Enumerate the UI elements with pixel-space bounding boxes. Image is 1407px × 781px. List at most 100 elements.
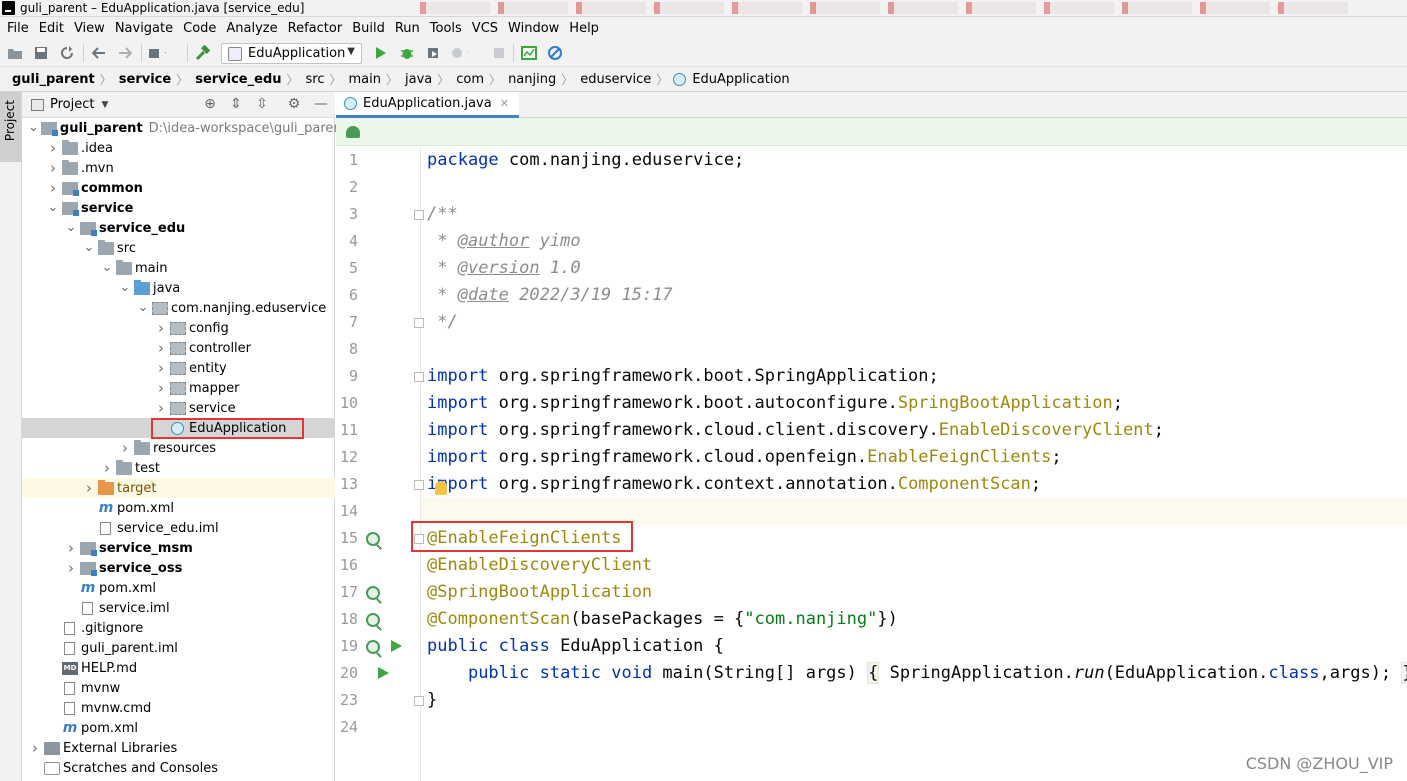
chevron-right-icon[interactable]: › <box>118 439 132 457</box>
tree-item[interactable]: mvnw.cmd <box>22 698 335 718</box>
spring-bean-gutter-icon[interactable] <box>366 586 380 600</box>
tree-item[interactable]: ⌄ java <box>22 278 335 298</box>
tree-item[interactable]: service_edu.iml <box>22 518 335 538</box>
tree-item[interactable]: ⌄ src <box>22 238 335 258</box>
breadcrumb-item[interactable]: nanjing 〉 <box>506 71 578 88</box>
tree-item[interactable]: m pom.xml <box>22 498 335 518</box>
chevron-right-icon[interactable]: › <box>154 319 168 337</box>
breadcrumb-item[interactable]: eduservice 〉 <box>578 71 673 88</box>
project-panel-title[interactable]: Project <box>50 97 94 112</box>
menu-help[interactable]: Help <box>564 18 604 40</box>
chevron-right-icon[interactable]: › <box>46 139 60 157</box>
breadcrumb-item[interactable]: main 〉 <box>347 71 404 88</box>
menu-run[interactable]: Run <box>390 18 425 40</box>
chevron-right-icon[interactable]: › <box>46 159 60 177</box>
chevron-right-icon[interactable]: › <box>154 359 168 377</box>
spring-bean-gutter-icon[interactable] <box>366 613 380 627</box>
tree-item[interactable]: m pom.xml <box>22 578 335 598</box>
run-icon[interactable] <box>372 44 390 62</box>
open-folder-icon[interactable] <box>6 44 24 62</box>
tree-item[interactable]: service.iml <box>22 598 335 618</box>
tree-item[interactable]: › config <box>22 318 335 338</box>
coverage-graph-icon[interactable] <box>520 44 538 62</box>
chevron-right-icon[interactable]: › <box>100 459 114 477</box>
run-gutter-icon[interactable] <box>391 640 402 652</box>
tree-item[interactable]: › controller <box>22 338 335 358</box>
breadcrumb-item[interactable]: guli_parent 〉 <box>10 71 117 88</box>
menu-refactor[interactable]: Refactor <box>283 18 348 40</box>
tree-item[interactable]: .gitignore <box>22 618 335 638</box>
profile-icon[interactable] <box>450 44 468 62</box>
breadcrumb-item[interactable]: com 〉 <box>454 71 506 88</box>
tree-item[interactable]: › .idea <box>22 138 335 158</box>
chevron-down-icon[interactable]: ⌄ <box>100 261 114 274</box>
tree-item[interactable]: ⌄ main <box>22 258 335 278</box>
tree-item[interactable]: MD HELP.md <box>22 658 335 678</box>
chevron-down-icon[interactable]: ⌄ <box>46 201 60 214</box>
menu-analyze[interactable]: Analyze <box>221 18 282 40</box>
chevron-down-icon[interactable]: ⌄ <box>136 301 150 314</box>
back-arrow-icon[interactable] <box>90 44 108 62</box>
gear-icon[interactable]: ⚙ <box>285 96 303 112</box>
collapse-all-icon[interactable]: ⇳ <box>253 96 271 112</box>
tree-item[interactable]: ⌄ service <box>22 198 335 218</box>
project-tool-tab[interactable]: Project <box>0 92 21 162</box>
menu-tools[interactable]: Tools <box>425 18 467 40</box>
chevron-right-icon[interactable]: › <box>64 559 78 577</box>
tree-item[interactable]: › test <box>22 458 335 478</box>
editor-tab-eduapplication[interactable]: EduApplication.java ✕ <box>336 92 519 118</box>
chevron-right-icon[interactable]: › <box>64 539 78 557</box>
tree-item[interactable]: › service_oss <box>22 558 335 578</box>
menu-window[interactable]: Window <box>503 18 564 40</box>
debug-bug-icon[interactable] <box>398 44 416 62</box>
tree-item[interactable]: › entity <box>22 358 335 378</box>
chevron-down-icon[interactable]: ⌄ <box>118 281 132 294</box>
breadcrumb-item[interactable]: service_edu 〉 <box>193 71 303 88</box>
tree-item[interactable]: › service_msm <box>22 538 335 558</box>
code-editor[interactable]: package com.nanjing.eduservice; /** * @au… <box>421 147 1407 781</box>
tree-item[interactable]: Scratches and Consoles <box>22 758 335 778</box>
expand-all-icon[interactable]: ⇕ <box>227 96 245 112</box>
spring-bean-icon[interactable] <box>346 126 360 138</box>
chevron-right-icon[interactable]: › <box>154 379 168 397</box>
tree-item[interactable]: ⌄ service_edu <box>22 218 335 238</box>
menu-file[interactable]: File <box>2 18 34 40</box>
tree-item[interactable]: › common <box>22 178 335 198</box>
tree-item[interactable]: › target <box>22 478 335 498</box>
menu-build[interactable]: Build <box>347 18 390 40</box>
chevron-right-icon[interactable]: › <box>28 739 42 757</box>
breadcrumb-item[interactable]: src 〉 <box>304 71 347 88</box>
chevron-down-icon[interactable]: ⌄ <box>82 241 96 254</box>
breadcrumb-item[interactable]: service 〉 <box>117 71 193 88</box>
menu-code[interactable]: Code <box>178 18 221 40</box>
chevron-down-icon[interactable]: ⌄ <box>64 221 78 234</box>
run-gutter-icon[interactable] <box>378 667 389 679</box>
breadcrumb-item[interactable]: EduApplication <box>673 72 791 87</box>
tree-item[interactable]: › External Libraries <box>22 738 335 758</box>
tree-item[interactable]: m pom.xml <box>22 718 335 738</box>
run-with-coverage-icon[interactable] <box>424 44 442 62</box>
sync-icon[interactable] <box>58 44 76 62</box>
add-configuration-icon[interactable] <box>148 44 166 62</box>
spring-bean-gutter-icon[interactable] <box>366 532 380 546</box>
tree-item[interactable]: ⌄ guli_parent D:\idea-workspace\guli_paren… <box>22 118 347 138</box>
menu-edit[interactable]: Edit <box>34 18 69 40</box>
forward-arrow-icon[interactable] <box>116 44 134 62</box>
run-configuration-select[interactable]: EduApplication ▼ <box>221 43 362 64</box>
power-save-icon[interactable] <box>546 44 564 62</box>
stop-icon[interactable] <box>490 44 508 62</box>
tree-item[interactable]: › mapper <box>22 378 335 398</box>
tree-item[interactable]: ⌄ com.nanjing.eduservice <box>22 298 335 318</box>
chevron-right-icon[interactable]: › <box>82 479 96 497</box>
save-all-icon[interactable] <box>32 44 50 62</box>
build-hammer-icon[interactable] <box>194 44 212 62</box>
tree-item[interactable]: guli_parent.iml <box>22 638 335 658</box>
tree-item[interactable]: › resources <box>22 438 335 458</box>
chevron-right-icon[interactable]: › <box>154 399 168 417</box>
close-icon[interactable]: ✕ <box>500 97 509 110</box>
tree-item[interactable]: › service <box>22 398 335 418</box>
menu-view[interactable]: View <box>69 18 110 40</box>
tree-item[interactable]: mvnw <box>22 678 335 698</box>
breadcrumb-item[interactable]: java 〉 <box>403 71 454 88</box>
chevron-right-icon[interactable]: › <box>154 339 168 357</box>
